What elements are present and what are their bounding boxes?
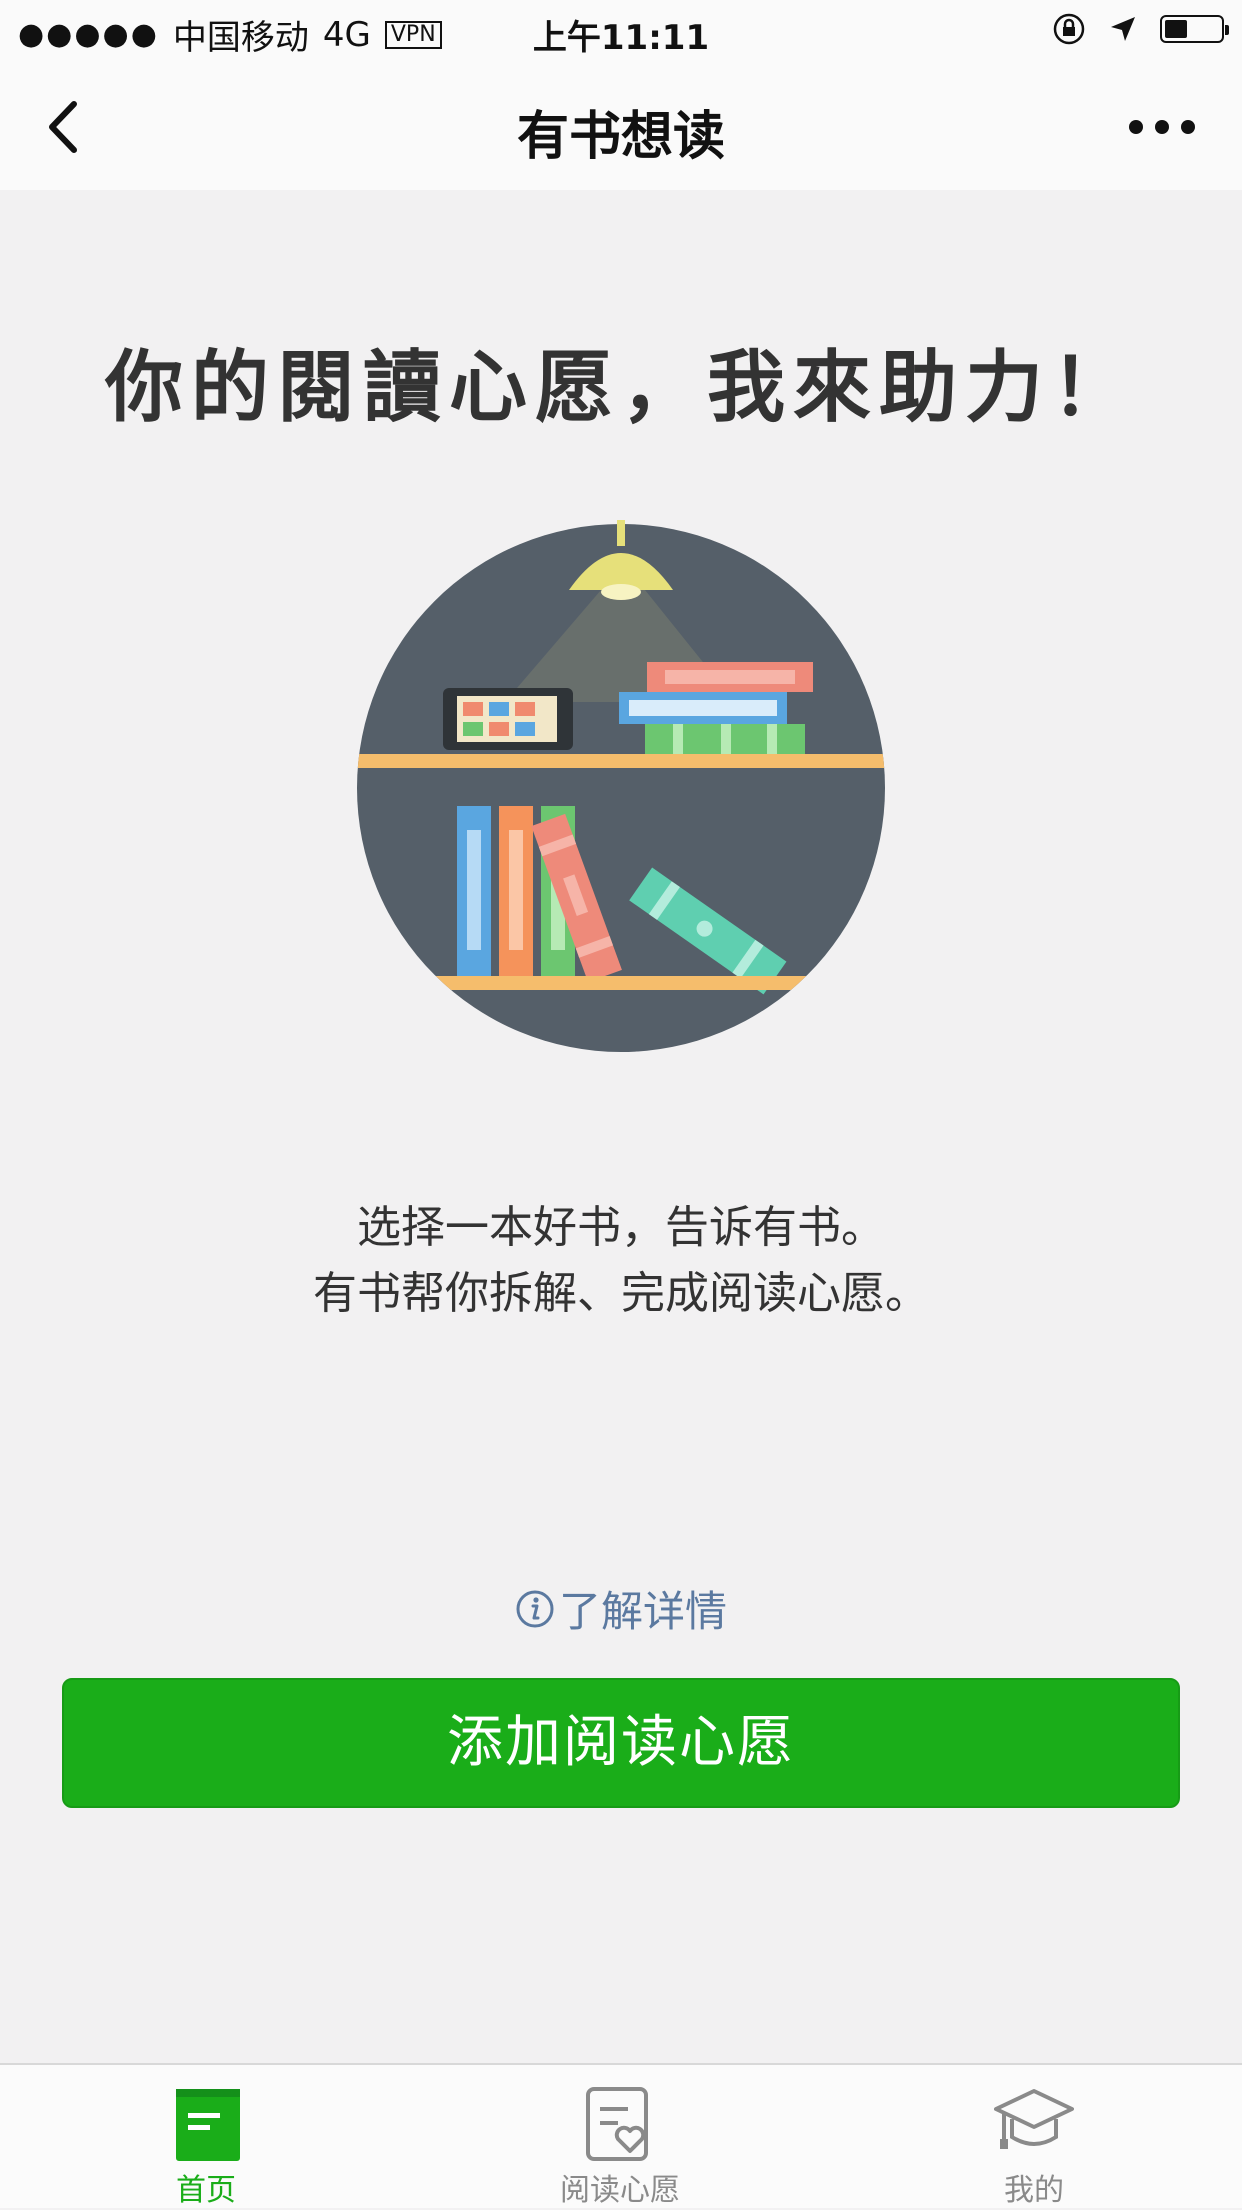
description-line-2: 有书帮你拆解、完成阅读心愿。 xyxy=(313,1268,929,1319)
description: 选择一本好书，告诉有书。 有书帮你拆解、完成阅读心愿。 xyxy=(0,1195,1242,1327)
wish-list-icon xyxy=(586,2087,648,2161)
headline: 你的閱讀心愿，我來助力！ xyxy=(104,342,1137,433)
tab-bar: 首页 阅读心愿 我的 xyxy=(0,2063,1242,2208)
learn-more-label: 了解详情 xyxy=(558,1587,727,1636)
battery-icon xyxy=(1160,15,1229,43)
book-icon xyxy=(176,2089,240,2161)
tab-reading-wish[interactable]: 阅读心愿 xyxy=(520,2065,720,2210)
add-reading-wish-button[interactable]: 添加阅读心愿 xyxy=(62,1678,1180,1808)
tab-mine[interactable]: 我的 xyxy=(934,2065,1134,2210)
graduation-cap-icon xyxy=(994,2089,1074,2149)
learn-more-link[interactable]: 了解详情 xyxy=(0,1578,1242,1639)
more-options-icon[interactable] xyxy=(1122,102,1202,152)
page-title: 有书想读 xyxy=(516,107,725,167)
bookshelf-illustration xyxy=(357,520,885,1052)
status-bar: ●●●●● 中国移动 4G VPN 上午11:11 xyxy=(0,0,1242,62)
status-right xyxy=(1052,12,1229,46)
orientation-lock-icon xyxy=(1053,13,1085,45)
description-line-1: 选择一本好书，告诉有书。 xyxy=(357,1202,885,1253)
info-icon xyxy=(516,1590,554,1627)
tab-reading-wish-label: 阅读心愿 xyxy=(560,2173,680,2208)
tab-home[interactable]: 首页 xyxy=(106,2065,306,2210)
nav-bar: 有书想读 xyxy=(0,62,1242,190)
location-arrow-icon xyxy=(1111,17,1135,41)
tab-home-label: 首页 xyxy=(176,2173,236,2208)
tab-mine-label: 我的 xyxy=(1004,2173,1064,2208)
